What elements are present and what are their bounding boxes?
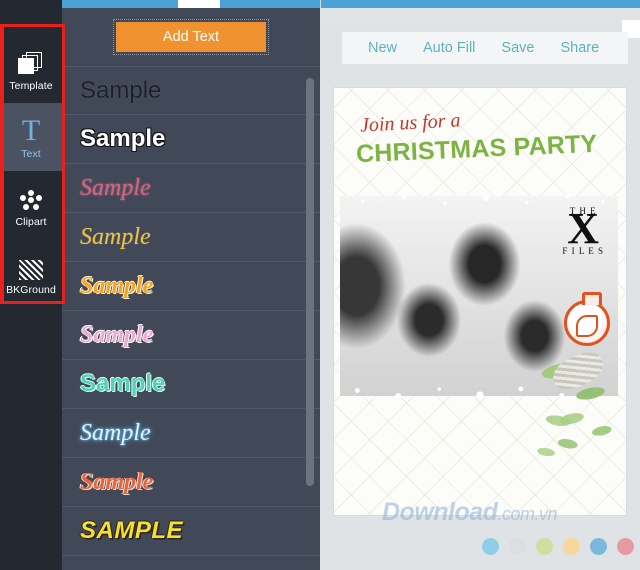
text-style-coral-script[interactable]: Sample (62, 458, 320, 507)
text-style-label: Sample (79, 125, 166, 152)
sidebar-item-text-label: Text (21, 148, 41, 160)
swatch-light-orange[interactable] (563, 538, 580, 555)
text-style-label: Sample (80, 322, 154, 348)
text-style-label: SAMPLE (80, 517, 184, 544)
rail-top-spacer (0, 8, 62, 35)
text-style-list: Sample Sample Sample Sample Sample Sampl… (62, 66, 320, 556)
text-style-orange-bold-script[interactable]: Sample (62, 262, 320, 311)
poster-x-letter: X (567, 204, 600, 253)
poster-x-files: T H E X F I L E S (562, 206, 604, 256)
text-style-label: Sample (80, 76, 162, 104)
christmas-ornament-icon (564, 292, 610, 346)
text-style-pink-script[interactable]: Sample (62, 164, 320, 213)
stage-top-strip (320, 8, 640, 20)
layers-icon (18, 46, 44, 76)
text-style-label: Sample (80, 273, 154, 299)
canvas-toolbar: New Auto Fill Save Share (342, 32, 628, 64)
toolbar-auto-fill[interactable]: Auto Fill (423, 40, 475, 56)
toolbar-save[interactable]: Save (501, 40, 534, 56)
swatch-gray[interactable] (509, 538, 526, 555)
add-text-wrapper: Add Text (62, 8, 320, 55)
add-text-button[interactable]: Add Text (113, 19, 269, 55)
sidebar-item-template-label: Template (9, 80, 53, 92)
hatch-pattern-icon (19, 250, 43, 280)
top-band-white-segment (178, 0, 220, 8)
sidebar-item-bkground[interactable]: BKGround (0, 239, 62, 307)
swatch-light-blue[interactable] (482, 538, 499, 555)
swatch-light-green[interactable] (536, 538, 553, 555)
text-style-label: Sample (80, 420, 151, 446)
sidebar-item-clipart-label: Clipart (15, 216, 47, 228)
sidebar-item-bkground-label: BKGround (6, 284, 56, 296)
clipart-dots-icon (18, 182, 44, 212)
text-style-black[interactable]: Sample (62, 66, 320, 115)
sidebar-item-text[interactable]: T Text (0, 103, 62, 171)
toolbar-new[interactable]: New (368, 40, 397, 56)
toolbar-share[interactable]: Share (560, 40, 599, 56)
text-t-icon: T (21, 114, 41, 147)
top-band-seam (320, 0, 321, 8)
sidebar-item-clipart[interactable]: Clipart (0, 171, 62, 239)
left-tool-rail: Template T Text Clipart BKGround (0, 8, 62, 570)
pine-branch-decoration-lower (524, 399, 598, 479)
sidebar-item-template[interactable]: Template (0, 35, 62, 103)
text-style-pink-bold-script[interactable]: Sample (62, 311, 320, 360)
text-style-blue-glow[interactable]: Sample (62, 409, 320, 458)
text-style-label: Sample (80, 224, 151, 250)
text-style-label: Sample (80, 175, 151, 201)
app-root: Template T Text Clipart BKGround Add Tex… (0, 0, 640, 570)
text-style-white-outline[interactable]: Sample (62, 115, 320, 164)
text-style-gold-script[interactable]: Sample (62, 213, 320, 262)
text-style-label: Sample (80, 370, 166, 397)
panel-scrollbar-thumb[interactable] (306, 78, 314, 486)
poster-files-text: F I L E S (562, 246, 604, 257)
swatch-pink[interactable] (617, 538, 634, 555)
color-swatch-row (482, 538, 634, 555)
text-styles-panel: Add Text Sample Sample Sample Sample Sam… (62, 8, 320, 570)
browser-top-band (0, 0, 640, 8)
text-style-yellow-caps[interactable]: SAMPLE (62, 507, 320, 556)
swatch-blue[interactable] (590, 538, 607, 555)
top-band-dark-segment (0, 0, 62, 8)
christmas-card-canvas[interactable]: Join us for a CHRISTMAS PARTY T H E X F … (334, 88, 626, 515)
text-style-mint-bold[interactable]: Sample (62, 360, 320, 409)
text-style-label: Sample (80, 469, 154, 495)
